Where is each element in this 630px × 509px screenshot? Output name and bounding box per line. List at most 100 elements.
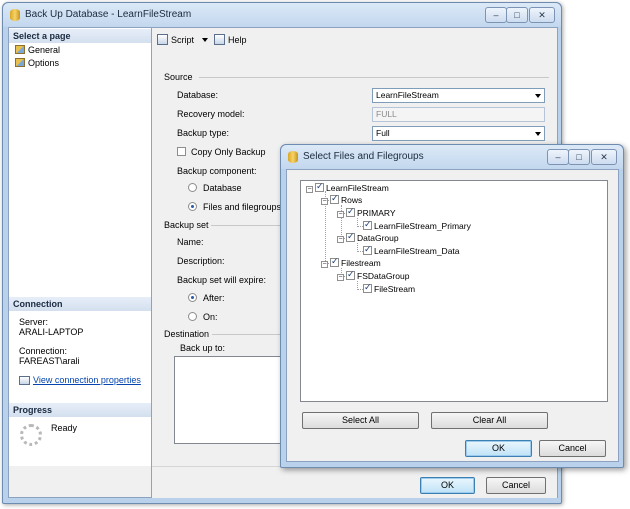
expire-after-radio[interactable]: [188, 293, 197, 302]
component-database-label: Database: [203, 183, 242, 193]
collapse-icon[interactable]: −: [337, 211, 344, 218]
copy-only-label: Copy Only Backup: [191, 147, 266, 157]
progress-spinner-icon: [20, 424, 42, 446]
recovery-model-field: FULL: [372, 107, 545, 122]
tree-checkbox[interactable]: [363, 282, 372, 293]
tree-checkbox[interactable]: [346, 206, 355, 217]
server-label: Server:: [19, 317, 49, 327]
close-button[interactable]: ✕: [529, 7, 555, 23]
tree-node-label: PRIMARY: [357, 208, 396, 218]
destination-divider: [212, 334, 285, 335]
database-label: Database:: [177, 90, 219, 100]
collapse-icon[interactable]: −: [321, 261, 328, 268]
tree-node-primary[interactable]: − PRIMARY: [337, 206, 396, 219]
component-files-label: Files and filegroups:: [203, 202, 284, 212]
tree-checkbox[interactable]: [346, 231, 355, 242]
tree-checkbox[interactable]: [330, 256, 339, 267]
left-bottom-area: [9, 466, 152, 497]
tree-checkbox[interactable]: [315, 181, 324, 192]
tree-checkbox[interactable]: [363, 244, 372, 255]
cancel-button[interactable]: Cancel: [486, 477, 546, 494]
tree-node-datagroup[interactable]: − DataGroup: [337, 231, 399, 244]
chevron-down-icon[interactable]: [201, 38, 208, 42]
tree-node-label: FSDataGroup: [357, 271, 410, 281]
collapse-icon[interactable]: −: [337, 236, 344, 243]
recovery-model-label: Recovery model:: [177, 109, 245, 119]
minimize-button[interactable]: –: [485, 7, 507, 23]
backup-destination-list[interactable]: [174, 356, 288, 444]
toolbar: Script Help: [152, 28, 557, 52]
tree-checkbox[interactable]: [363, 219, 372, 230]
dialog-maximize-button[interactable]: □: [568, 149, 590, 165]
tree-node-label: LearnFileStream_Data: [374, 246, 460, 256]
tree-node-label: Filestream: [341, 258, 381, 268]
page-icon: [15, 58, 25, 67]
help-button[interactable]: Help: [214, 34, 247, 45]
component-database-radio[interactable]: [188, 183, 197, 192]
page-item-general[interactable]: General: [15, 44, 60, 56]
script-label: Script: [171, 35, 195, 45]
destination-group-header: Destination: [164, 329, 210, 339]
tree-checkbox[interactable]: [330, 193, 339, 204]
tree-node-data-file[interactable]: LearnFileStream_Data: [363, 244, 460, 257]
clear-all-button[interactable]: Clear All: [431, 412, 548, 429]
tree-node-filestream[interactable]: − Filestream: [321, 256, 381, 269]
dialog-ok-button[interactable]: OK: [465, 440, 532, 457]
backup-type-select-value: Full: [376, 128, 390, 138]
expire-on-label: On:: [203, 312, 218, 322]
tree-node-primary-file[interactable]: LearnFileStream_Primary: [363, 219, 471, 232]
ok-button[interactable]: OK: [420, 477, 475, 494]
dialog-title-bar[interactable]: Select Files and Filegroups – □ ✕: [281, 145, 623, 169]
dialog-cancel-button[interactable]: Cancel: [539, 440, 606, 457]
view-connection-properties-link[interactable]: View connection properties: [19, 375, 141, 385]
backup-type-select[interactable]: Full: [372, 126, 545, 141]
source-divider: [199, 77, 549, 78]
connection-label: Connection:: [19, 346, 68, 356]
database-icon: [288, 151, 298, 163]
tree-node-fsdatagroup[interactable]: − FSDataGroup: [337, 269, 410, 282]
tree-node-label: FileStream: [374, 284, 416, 294]
dialog-close-button[interactable]: ✕: [591, 149, 617, 165]
collapse-icon[interactable]: −: [306, 186, 313, 193]
select-all-button[interactable]: Select All: [302, 412, 419, 429]
page-item-label: General: [28, 45, 61, 55]
collapse-icon[interactable]: −: [321, 198, 328, 205]
description-label: Description:: [177, 256, 225, 266]
script-button[interactable]: Script: [157, 34, 208, 45]
database-select[interactable]: LearnFileStream: [372, 88, 545, 103]
backup-set-divider: [211, 225, 285, 226]
tree-node-label: LearnFileStream_Primary: [374, 221, 471, 231]
chevron-down-icon: [535, 132, 541, 136]
tree-node-label: DataGroup: [357, 233, 399, 243]
name-label: Name:: [177, 237, 204, 247]
view-connection-link-text: View connection properties: [33, 375, 141, 385]
tree-node-label: Rows: [341, 195, 363, 205]
back-up-to-label: Back up to:: [180, 343, 226, 353]
properties-icon: [19, 376, 30, 385]
main-title-bar[interactable]: Back Up Database - LearnFileStream – □ ✕: [3, 3, 561, 27]
backup-type-label: Backup type:: [177, 128, 230, 138]
window-title: Back Up Database - LearnFileStream: [25, 9, 192, 20]
dialog-title: Select Files and Filegroups: [303, 151, 424, 162]
page-item-options[interactable]: Options: [15, 57, 59, 69]
tree-checkbox[interactable]: [346, 269, 355, 280]
copy-only-checkbox[interactable]: [177, 147, 186, 156]
tree-node-root[interactable]: − LearnFileStream: [306, 181, 389, 194]
filegroup-tree[interactable]: − LearnFileStream − Rows − PRIMARY LearnFil…: [300, 180, 608, 402]
chevron-down-icon: [535, 94, 541, 98]
connection-header: Connection: [9, 297, 151, 311]
left-panel: Select a page General Options Connection…: [9, 28, 152, 466]
expire-label: Backup set will expire:: [177, 275, 267, 285]
dialog-minimize-button[interactable]: –: [547, 149, 569, 165]
dialog-client-area: − LearnFileStream − Rows − PRIMARY LearnFil…: [286, 169, 619, 462]
tree-node-fs-file[interactable]: FileStream: [363, 282, 416, 295]
tree-node-rows[interactable]: − Rows: [321, 193, 363, 206]
script-icon: [157, 34, 168, 45]
maximize-button[interactable]: □: [506, 7, 528, 23]
collapse-icon[interactable]: −: [337, 274, 344, 281]
expire-on-radio[interactable]: [188, 312, 197, 321]
database-icon: [10, 9, 20, 21]
help-label: Help: [228, 35, 247, 45]
component-files-radio[interactable]: [188, 202, 197, 211]
source-group-header: Source: [164, 72, 193, 82]
